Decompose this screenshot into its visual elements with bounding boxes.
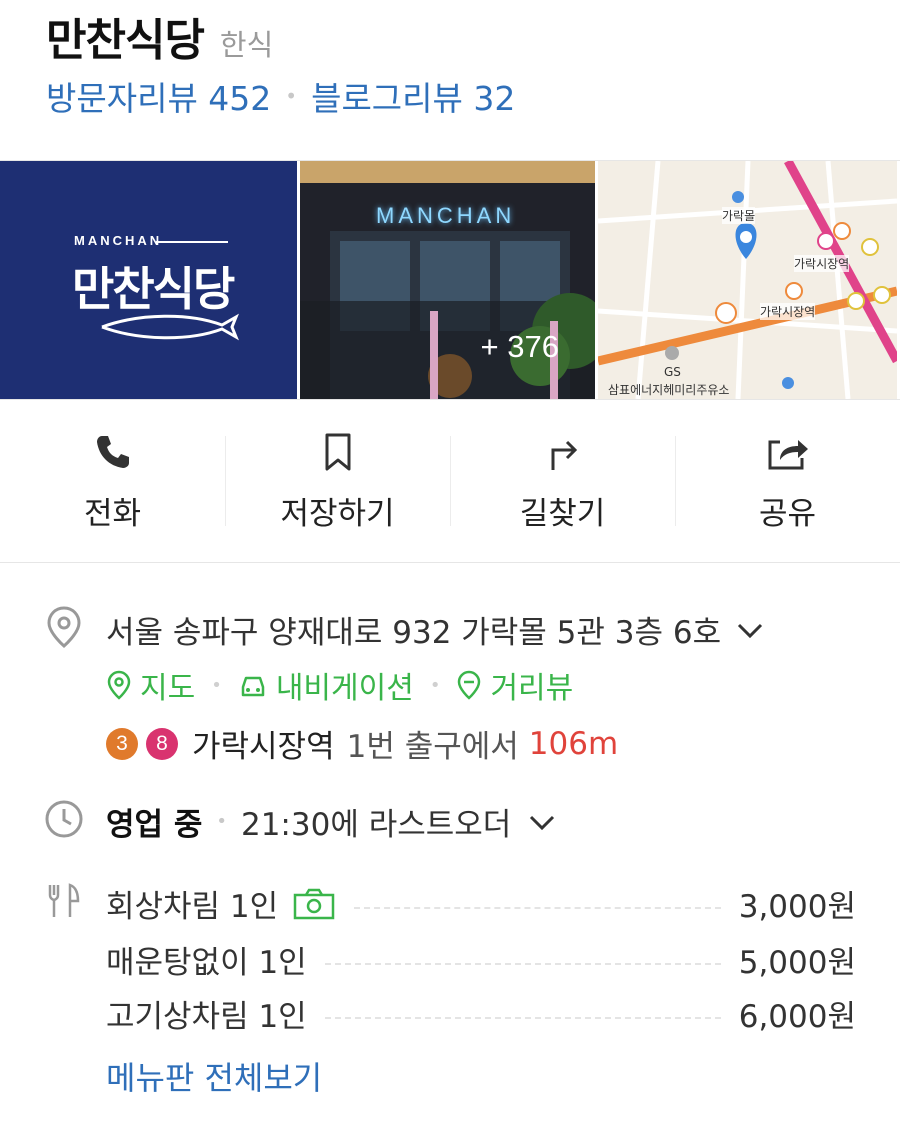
save-button[interactable]: 저장하기 bbox=[225, 402, 450, 562]
menu-item: 매운탕없이 1인 5,000원 bbox=[106, 937, 856, 982]
link-separator: • bbox=[211, 674, 222, 696]
menu-item-price: 5,000원 bbox=[738, 945, 856, 981]
bookmark-icon bbox=[316, 430, 360, 474]
menu-leader bbox=[324, 962, 721, 965]
map-pin-icon bbox=[107, 670, 131, 700]
map-label-station-2: 가락시장역 bbox=[760, 303, 816, 320]
subway-line-3-badge: 3 bbox=[106, 727, 138, 760]
share-label: 공유 bbox=[758, 496, 817, 532]
map-label-mall: 가락몰 bbox=[722, 207, 756, 224]
place-category: 한식 bbox=[219, 28, 274, 62]
logo-divider bbox=[156, 241, 228, 243]
last-order-text: 21:30에 라스트오더 bbox=[240, 807, 512, 843]
address-links: 지도 • 내비게이션 • 거리뷰 bbox=[106, 663, 573, 707]
location-pin-icon bbox=[44, 605, 84, 648]
street-view-icon bbox=[458, 670, 481, 700]
map-link-label: 지도 bbox=[140, 671, 196, 706]
place-header-card: 만찬식당 한식 방문자리뷰 452 • 블로그리뷰 32 MANCHAN 만찬식… bbox=[0, 0, 900, 563]
menu-leader bbox=[354, 906, 721, 909]
car-icon bbox=[241, 676, 265, 697]
chevron-down-icon bbox=[738, 623, 763, 638]
menu-item-name: 고기상차림 1인 bbox=[106, 999, 307, 1035]
review-separator: • bbox=[285, 84, 298, 108]
map-label-gas-station: 삼표에너지헤미리주유소 bbox=[608, 383, 730, 397]
menu-leader bbox=[324, 1016, 721, 1019]
map-label-station: 가락시장역 bbox=[794, 255, 850, 272]
map-label-gs: GS bbox=[664, 365, 681, 379]
open-status: 영업 중 bbox=[106, 807, 203, 843]
subway-line-8-badge: 8 bbox=[146, 727, 178, 760]
camera-icon[interactable] bbox=[292, 887, 336, 921]
menu-item-price: 6,000원 bbox=[738, 999, 856, 1035]
street-view-link-label: 거리뷰 bbox=[490, 671, 574, 706]
hours-row[interactable]: 영업 중 • 21:30에 라스트오더 bbox=[106, 799, 559, 844]
fork-knife-icon bbox=[44, 881, 84, 921]
street-view-link[interactable]: 거리뷰 bbox=[456, 663, 573, 707]
call-button[interactable]: 전화 bbox=[0, 402, 225, 562]
neon-sign: MANCHAN bbox=[376, 203, 516, 228]
logo-photo[interactable]: MANCHAN 만찬식당 bbox=[0, 161, 300, 399]
more-photos-count[interactable]: + 376 bbox=[481, 329, 559, 365]
interior-photo[interactable]: MANCHAN + 376 bbox=[300, 161, 598, 399]
place-name: 만찬식당 bbox=[46, 15, 205, 66]
menu-item: 고기상차림 1인 6,000원 bbox=[106, 991, 856, 1036]
menu-item-price: 3,000원 bbox=[738, 889, 856, 925]
map-link[interactable]: 지도 bbox=[106, 663, 195, 707]
action-bar: 전화 저장하기 길찾기 공유 bbox=[0, 402, 900, 562]
fish-logo-icon bbox=[101, 313, 239, 341]
logo-wordmark-big: 만찬식당 bbox=[72, 262, 235, 316]
menu-item-name: 매운탕없이 1인 bbox=[106, 945, 307, 981]
station-name: 가락시장역 bbox=[192, 729, 335, 765]
save-label: 저장하기 bbox=[280, 496, 395, 532]
navigation-link[interactable]: 내비게이션 bbox=[238, 663, 414, 707]
hours-separator: • bbox=[216, 811, 227, 832]
address-row[interactable]: 서울 송파구 양재대로 932 가락몰 5관 3층 6호 bbox=[106, 607, 767, 652]
station-distance: 106m bbox=[528, 725, 619, 762]
blog-review-link[interactable]: 블로그리뷰 32 bbox=[311, 72, 515, 120]
logo-wordmark-small: MANCHAN bbox=[74, 233, 163, 248]
phone-icon bbox=[91, 430, 135, 474]
directions-button[interactable]: 길찾기 bbox=[450, 402, 675, 562]
menu-item: 회상차림 1인 3,000원 bbox=[106, 881, 856, 926]
view-full-menu-link[interactable]: 메뉴판 전체보기 bbox=[106, 1053, 322, 1099]
clock-icon bbox=[44, 799, 84, 839]
directions-label: 길찾기 bbox=[519, 496, 606, 532]
share-button[interactable]: 공유 bbox=[675, 402, 900, 562]
chevron-down-icon bbox=[530, 815, 555, 830]
map-thumbnail[interactable]: 가락몰 가락시장역 가락시장역 GS 삼표에너지헤미리주유소 bbox=[598, 161, 897, 399]
address-text: 서울 송파구 양재대로 932 가락몰 5관 3층 6호 bbox=[106, 615, 722, 651]
directions-icon bbox=[541, 430, 585, 474]
link-separator: • bbox=[429, 674, 441, 696]
review-row: 방문자리뷰 452 • 블로그리뷰 32 bbox=[46, 72, 515, 120]
call-label: 전화 bbox=[83, 496, 142, 532]
title-row: 만찬식당 한식 bbox=[46, 4, 273, 68]
station-exit: 1번 출구에서 bbox=[346, 729, 519, 765]
share-icon bbox=[766, 430, 810, 474]
visitor-review-link[interactable]: 방문자리뷰 452 bbox=[46, 72, 271, 120]
subway-row: 3 8 가락시장역 1번 출구에서 106m bbox=[106, 721, 618, 766]
navigation-link-label: 내비게이션 bbox=[275, 671, 414, 706]
map-graphic bbox=[598, 161, 897, 399]
menu-item-name: 회상차림 1인 bbox=[106, 889, 279, 925]
photo-strip: MANCHAN 만찬식당 MANCHAN + 376 가락몰 가락시장역 가락시… bbox=[0, 160, 900, 400]
